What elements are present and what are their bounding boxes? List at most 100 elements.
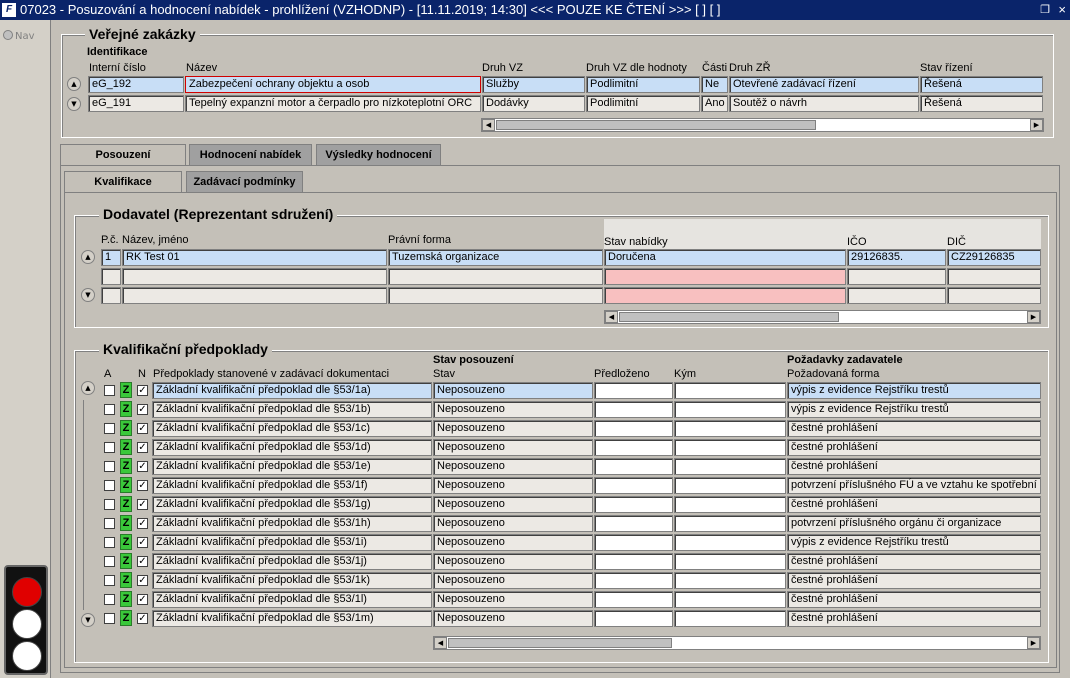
scroll-thumb[interactable]	[448, 638, 672, 648]
kym-cell[interactable]	[674, 382, 786, 399]
zakazka-druh-vz[interactable]: Služby	[482, 76, 585, 93]
checkbox-n[interactable]: ✓	[137, 575, 148, 586]
tab-hodnoceni-nabidek[interactable]: Hodnocení nabídek	[189, 144, 312, 166]
z-button[interactable]: Z	[120, 401, 132, 417]
stav-cell[interactable]: Neposouzeno	[433, 382, 593, 399]
dodavatel-ico[interactable]: 29126835.	[847, 249, 946, 266]
dodavatel-empty-cell[interactable]	[122, 268, 387, 285]
scroll-thumb[interactable]	[619, 312, 839, 322]
scroll-right-button[interactable]: ▶	[1027, 637, 1040, 649]
stav-cell[interactable]: Neposouzeno	[433, 572, 593, 589]
stav-cell[interactable]: Neposouzeno	[433, 534, 593, 551]
kym-cell[interactable]	[674, 534, 786, 551]
checkbox-a[interactable]	[104, 423, 115, 434]
kym-cell[interactable]	[674, 420, 786, 437]
zakazka-druh-vz[interactable]: Dodávky	[482, 95, 585, 112]
predlozeno-cell[interactable]	[594, 458, 673, 475]
dodavatel-empty-cell[interactable]	[847, 268, 946, 285]
z-button[interactable]: Z	[120, 458, 132, 474]
restore-window-icon[interactable]: ❐	[1040, 3, 1050, 16]
z-button[interactable]: Z	[120, 477, 132, 493]
z-button[interactable]: Z	[120, 420, 132, 436]
z-button[interactable]: Z	[120, 439, 132, 455]
stav-cell[interactable]: Neposouzeno	[433, 553, 593, 570]
pozadovana-forma-cell[interactable]: čestné prohlášení	[787, 610, 1041, 627]
predlozeno-cell[interactable]	[594, 553, 673, 570]
kym-cell[interactable]	[674, 439, 786, 456]
checkbox-n[interactable]: ✓	[137, 385, 148, 396]
checkbox-a[interactable]	[104, 613, 115, 624]
checkbox-n[interactable]: ✓	[137, 423, 148, 434]
kym-cell[interactable]	[674, 477, 786, 494]
checkbox-a[interactable]	[104, 518, 115, 529]
kym-cell[interactable]	[674, 572, 786, 589]
scroll-up-button[interactable]: ▲	[81, 250, 95, 264]
predlozeno-cell[interactable]	[594, 420, 673, 437]
scroll-up-button[interactable]: ▲	[81, 381, 95, 395]
pozadovana-forma-cell[interactable]: čestné prohlášení	[787, 572, 1041, 589]
checkbox-a[interactable]	[104, 385, 115, 396]
zakazka-nazev[interactable]: Tepelný expanzní motor a čerpadlo pro ní…	[185, 95, 481, 112]
radio-icon[interactable]	[3, 30, 13, 40]
pozadovana-forma-cell[interactable]: čestné prohlášení	[787, 553, 1041, 570]
checkbox-n[interactable]: ✓	[137, 404, 148, 415]
scroll-right-button[interactable]: ▶	[1030, 119, 1043, 131]
checkbox-a[interactable]	[104, 537, 115, 548]
stav-cell[interactable]: Neposouzeno	[433, 458, 593, 475]
kvalifikace-hscrollbar[interactable]: ◀ ▶	[433, 636, 1041, 650]
predpoklad-cell[interactable]: Základní kvalifikační předpoklad dle §53…	[152, 439, 432, 456]
z-button[interactable]: Z	[120, 553, 132, 569]
stav-cell[interactable]: Neposouzeno	[433, 496, 593, 513]
z-button[interactable]: Z	[120, 610, 132, 626]
pozadovana-forma-cell[interactable]: výpis z evidence Rejstříku trestů	[787, 382, 1041, 399]
checkbox-a[interactable]	[104, 442, 115, 453]
kym-cell[interactable]	[674, 591, 786, 608]
dodavatel-empty-cell[interactable]	[947, 287, 1041, 304]
zakazka-druh-zr[interactable]: Soutěž o návrh	[729, 95, 919, 112]
pozadovana-forma-cell[interactable]: čestné prohlášení	[787, 420, 1041, 437]
predlozeno-cell[interactable]	[594, 439, 673, 456]
checkbox-n[interactable]: ✓	[137, 556, 148, 567]
dodavatel-empty-cell[interactable]	[604, 287, 846, 304]
kym-cell[interactable]	[674, 553, 786, 570]
zakazka-stav[interactable]: Řešená	[920, 76, 1043, 93]
dodavatel-empty-cell[interactable]	[101, 268, 121, 285]
kym-cell[interactable]	[674, 401, 786, 418]
scroll-down-button[interactable]: ▼	[81, 613, 95, 627]
checkbox-n[interactable]: ✓	[137, 518, 148, 529]
pozadovana-forma-cell[interactable]: potvrzení příslušného orgánu či organiza…	[787, 515, 1041, 532]
dodavatel-empty-cell[interactable]	[388, 287, 603, 304]
z-button[interactable]: Z	[120, 534, 132, 550]
predpoklad-cell[interactable]: Základní kvalifikační předpoklad dle §53…	[152, 477, 432, 494]
predlozeno-cell[interactable]	[594, 477, 673, 494]
scroll-left-button[interactable]: ◀	[434, 637, 447, 649]
zakazka-casti[interactable]: Ne	[701, 76, 728, 93]
pozadovana-forma-cell[interactable]: čestné prohlášení	[787, 439, 1041, 456]
dodavatel-empty-cell[interactable]	[122, 287, 387, 304]
dodavatel-hscrollbar[interactable]: ◀ ▶	[604, 310, 1041, 324]
checkbox-n[interactable]: ✓	[137, 537, 148, 548]
stav-cell[interactable]: Neposouzeno	[433, 420, 593, 437]
dodavatel-empty-cell[interactable]	[604, 268, 846, 285]
predpoklad-cell[interactable]: Základní kvalifikační předpoklad dle §53…	[152, 401, 432, 418]
checkbox-n[interactable]: ✓	[137, 461, 148, 472]
checkbox-n[interactable]: ✓	[137, 594, 148, 605]
stav-cell[interactable]: Neposouzeno	[433, 610, 593, 627]
zakazka-druh-hodnota[interactable]: Podlimitní	[586, 76, 700, 93]
checkbox-a[interactable]	[104, 575, 115, 586]
zakazka-interni-cislo[interactable]: eG_191	[88, 95, 184, 112]
pozadovana-forma-cell[interactable]: čestné prohlášení	[787, 458, 1041, 475]
predpoklad-cell[interactable]: Základní kvalifikační předpoklad dle §53…	[152, 382, 432, 399]
checkbox-a[interactable]	[104, 556, 115, 567]
close-window-icon[interactable]: ×	[1058, 2, 1066, 17]
predpoklad-cell[interactable]: Základní kvalifikační předpoklad dle §53…	[152, 515, 432, 532]
stav-cell[interactable]: Neposouzeno	[433, 477, 593, 494]
predlozeno-cell[interactable]	[594, 610, 673, 627]
dodavatel-stav-nabidky[interactable]: Doručena	[604, 249, 846, 266]
scroll-left-button[interactable]: ◀	[482, 119, 495, 131]
dodavatel-empty-cell[interactable]	[847, 287, 946, 304]
scroll-right-button[interactable]: ▶	[1027, 311, 1040, 323]
checkbox-n[interactable]: ✓	[137, 480, 148, 491]
z-button[interactable]: Z	[120, 572, 132, 588]
pozadovana-forma-cell[interactable]: výpis z evidence Rejstříku trestů	[787, 401, 1041, 418]
